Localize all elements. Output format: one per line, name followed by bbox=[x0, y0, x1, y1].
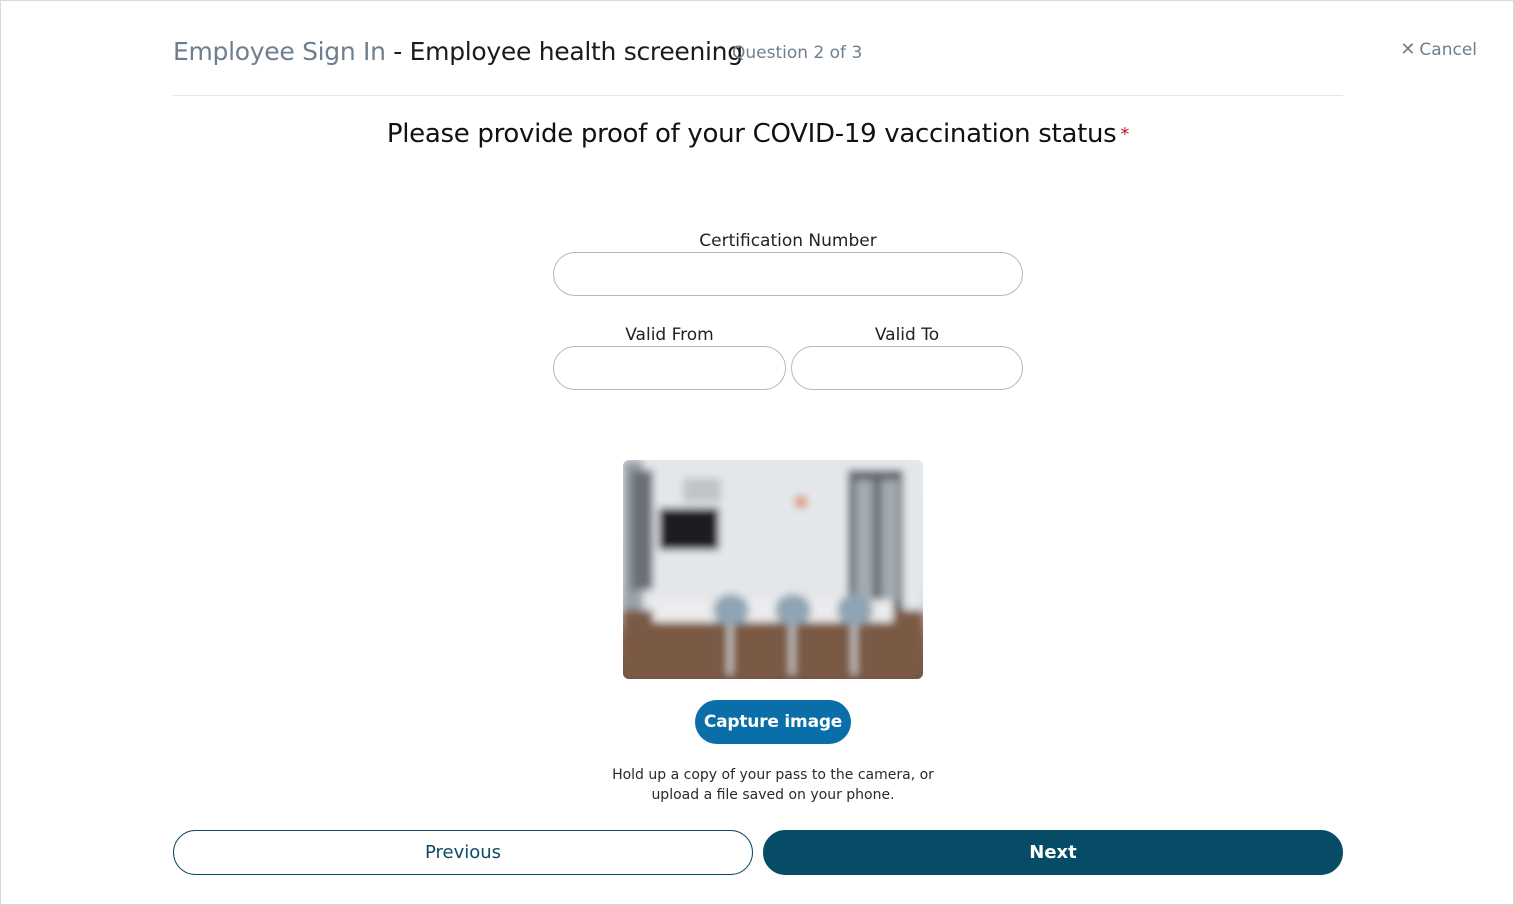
required-indicator: * bbox=[1120, 124, 1130, 145]
next-button[interactable]: Next bbox=[763, 830, 1343, 875]
certification-number-label: Certification Number bbox=[699, 231, 877, 251]
capture-helper-text: Hold up a copy of your pass to the camer… bbox=[573, 765, 973, 805]
valid-from-input[interactable] bbox=[553, 346, 786, 390]
cancel-label: Cancel bbox=[1419, 39, 1477, 60]
app-name: Employee Sign In bbox=[173, 37, 386, 66]
app-frame: Employee Sign In - Employee health scree… bbox=[0, 0, 1514, 905]
valid-to-input[interactable] bbox=[791, 346, 1023, 390]
valid-to-label: Valid To bbox=[874, 325, 940, 345]
page-title: Employee Sign In - Employee health scree… bbox=[173, 37, 743, 66]
previous-button[interactable]: Previous bbox=[173, 830, 753, 875]
flow-name: Employee health screening bbox=[409, 37, 743, 66]
certification-number-input[interactable] bbox=[553, 252, 1023, 296]
question-progress: Question 2 of 3 bbox=[732, 43, 863, 63]
camera-feed-image bbox=[623, 460, 923, 679]
question-heading: Please provide proof of your COVID-19 va… bbox=[1, 119, 1514, 149]
header: Employee Sign In - Employee health scree… bbox=[173, 35, 1343, 96]
camera-preview bbox=[623, 460, 923, 679]
cancel-button[interactable]: ✕ Cancel bbox=[1400, 39, 1477, 60]
valid-from-label: Valid From bbox=[625, 325, 714, 345]
capture-image-button[interactable]: Capture image bbox=[695, 700, 851, 744]
helper-line-1: Hold up a copy of your pass to the camer… bbox=[612, 767, 934, 783]
title-separator: - bbox=[385, 37, 410, 66]
helper-line-2: upload a file saved on your phone. bbox=[651, 787, 895, 803]
close-icon: ✕ bbox=[1400, 39, 1416, 60]
question-text: Please provide proof of your COVID-19 va… bbox=[386, 119, 1117, 149]
